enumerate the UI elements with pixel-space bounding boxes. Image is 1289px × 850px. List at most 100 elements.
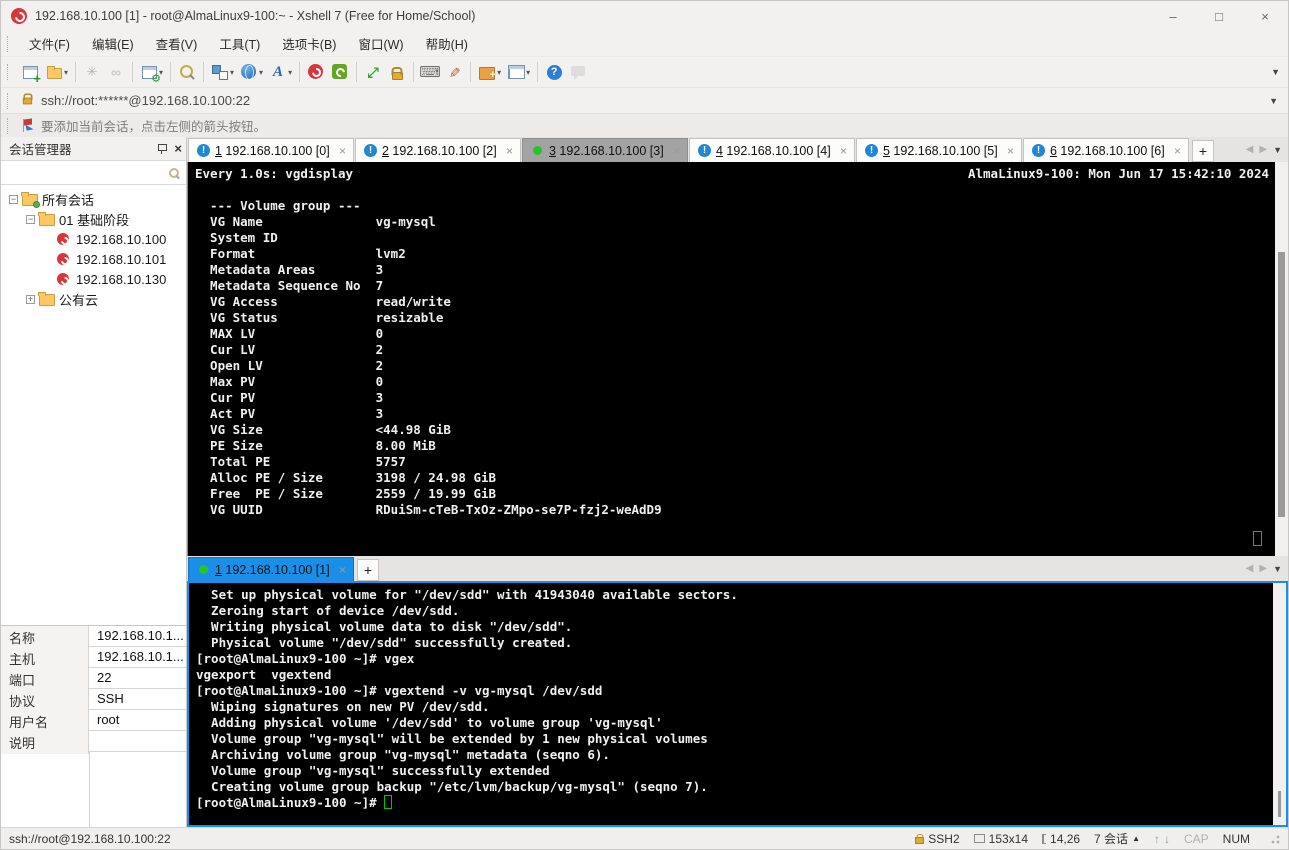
- tab-scroll-nav: ◀ ▶ ▼: [1246, 563, 1288, 574]
- close-tab-icon[interactable]: ×: [670, 144, 683, 158]
- terminal-tab[interactable]: ! 6 192.168.10.100 [6] ×: [1023, 138, 1189, 162]
- arrow-down-icon[interactable]: ↓: [1164, 832, 1170, 846]
- close-tab-icon[interactable]: ×: [1171, 144, 1184, 158]
- expand-icon[interactable]: +: [26, 294, 35, 304]
- transfer-layout-button[interactable]: ▾: [209, 60, 236, 84]
- chevron-up-icon[interactable]: ▲: [1132, 834, 1140, 843]
- tree-item[interactable]: − 所有会话: [1, 189, 186, 209]
- new-terminal-button[interactable]: ▾: [476, 60, 503, 84]
- tab-label: 5 192.168.10.100 [5]: [883, 143, 998, 158]
- encoding-globe-button[interactable]: ▾: [238, 60, 265, 84]
- session-properties-button[interactable]: ▾: [138, 60, 165, 86]
- scrollbar[interactable]: [1275, 162, 1288, 556]
- close-button[interactable]: ×: [1242, 1, 1288, 31]
- terminal-top[interactable]: Every 1.0s: vgdisplay AlmaLinux9-100: Mo…: [187, 162, 1288, 556]
- tree-item[interactable]: 192.168.10.100: [1, 229, 186, 249]
- session-search-input[interactable]: [7, 165, 168, 180]
- new-session-button[interactable]: [19, 60, 41, 84]
- maximize-button[interactable]: □: [1196, 1, 1242, 31]
- toolbar-grip[interactable]: [7, 35, 12, 52]
- close-tab-icon[interactable]: ×: [503, 144, 516, 158]
- toolbar-overflow-icon[interactable]: ▼: [1271, 67, 1282, 77]
- close-tab-icon[interactable]: ×: [837, 144, 850, 158]
- tab-scroll-left-icon[interactable]: ◀: [1246, 144, 1254, 155]
- scroll-buttons[interactable]: ↑ ↓: [1154, 832, 1170, 846]
- toolbar-grip[interactable]: [7, 92, 12, 109]
- help-icon: [545, 63, 563, 81]
- tab-label: 1 192.168.10.100 [1]: [215, 562, 330, 577]
- tree-item[interactable]: − 01 基础阶段: [1, 209, 186, 229]
- tree-item-label: 公有云: [59, 292, 99, 308]
- tree-item[interactable]: + 公有云: [1, 289, 186, 309]
- open-folder-button[interactable]: ▾: [43, 60, 70, 84]
- status-session-count[interactable]: 7 会话 ▲: [1094, 830, 1140, 847]
- reconnect-button[interactable]: [105, 60, 127, 84]
- dropdown-caret-icon[interactable]: ▾: [497, 68, 501, 77]
- new-tab-button[interactable]: +: [1192, 140, 1214, 162]
- terminal-line: Zeroing start of device /dev/sdd.: [196, 603, 460, 618]
- terminal-tab[interactable]: ! 5 192.168.10.100 [5] ×: [856, 138, 1022, 162]
- disconnect-button[interactable]: [81, 60, 103, 84]
- terminal-tab[interactable]: ! 2 192.168.10.100 [2] ×: [355, 138, 521, 162]
- tab-list-icon[interactable]: ▼: [1273, 145, 1282, 155]
- tab-scroll-right-icon[interactable]: ▶: [1259, 563, 1267, 574]
- feedback-button[interactable]: [567, 60, 589, 84]
- menu-item[interactable]: 帮助(H): [415, 31, 479, 56]
- menu-item[interactable]: 文件(F): [18, 31, 81, 56]
- tab-scroll-left-icon[interactable]: ◀: [1246, 563, 1254, 574]
- pin-icon[interactable]: [157, 143, 168, 155]
- menu-item[interactable]: 查看(V): [145, 31, 209, 56]
- terminal-bottom[interactable]: Set up physical volume for "/dev/sdd" wi…: [187, 581, 1288, 827]
- close-tab-icon[interactable]: ×: [1004, 144, 1017, 158]
- arrow-up-icon[interactable]: ↑: [1154, 832, 1160, 846]
- close-panel-icon[interactable]: ×: [174, 142, 182, 155]
- lock-screen-button[interactable]: [386, 60, 408, 84]
- tab-scroll-right-icon[interactable]: ▶: [1259, 144, 1267, 155]
- highlight-pen-button[interactable]: [443, 60, 465, 84]
- xftp-button[interactable]: [329, 60, 351, 84]
- toolbar-grip[interactable]: [7, 64, 12, 80]
- dropdown-caret-icon[interactable]: ▾: [259, 68, 263, 77]
- tab-list-icon[interactable]: ▼: [1273, 564, 1282, 574]
- virtual-keyboard-button[interactable]: [419, 60, 441, 84]
- scrollbar-thumb[interactable]: [1278, 252, 1285, 517]
- terminal-tab[interactable]: ! 1 192.168.10.100 [0] ×: [188, 138, 354, 162]
- collapse-icon[interactable]: −: [9, 194, 18, 204]
- help-button[interactable]: [543, 60, 565, 84]
- search-icon[interactable]: [168, 167, 180, 179]
- minimize-button[interactable]: –: [1150, 1, 1196, 31]
- property-value: root: [97, 712, 120, 727]
- close-tab-icon[interactable]: ×: [336, 563, 349, 577]
- terminal-tab[interactable]: ! 4 192.168.10.100 [4] ×: [689, 138, 855, 162]
- menu-item[interactable]: 窗口(W): [347, 31, 414, 56]
- resize-grip[interactable]: [1270, 833, 1280, 844]
- menu-item[interactable]: 工具(T): [208, 31, 271, 56]
- fullscreen-button[interactable]: [362, 60, 384, 84]
- terminal-line: PE Size 8.00 MiB: [195, 438, 436, 453]
- toolbar-grip[interactable]: [7, 117, 12, 134]
- terminal-tab[interactable]: 1 192.168.10.100 [1] ×: [188, 557, 354, 581]
- transfer-layout-icon: [211, 63, 229, 81]
- new-tab-button[interactable]: +: [357, 559, 379, 581]
- split-layout-button[interactable]: ▾: [505, 60, 532, 84]
- menu-item[interactable]: 编辑(E): [81, 31, 145, 56]
- dropdown-caret-icon[interactable]: ▾: [526, 68, 530, 77]
- chevron-down-icon[interactable]: ▼: [1269, 96, 1282, 106]
- dropdown-caret-icon[interactable]: ▾: [64, 68, 68, 77]
- xshell-button[interactable]: [305, 60, 327, 84]
- close-tab-icon[interactable]: ×: [336, 144, 349, 158]
- menu-item[interactable]: 选项卡(B): [271, 31, 347, 56]
- terminal-tab[interactable]: 3 192.168.10.100 [3] ×: [522, 138, 688, 162]
- font-button[interactable]: ▾: [267, 60, 294, 84]
- terminal-line: Total PE 5757: [195, 454, 406, 469]
- tree-item[interactable]: 192.168.10.130: [1, 269, 186, 289]
- scrollbar[interactable]: [1273, 583, 1286, 825]
- address-input[interactable]: ssh://root:******@192.168.10.100:22: [41, 93, 250, 108]
- dropdown-caret-icon[interactable]: ▾: [230, 68, 234, 77]
- dropdown-caret-icon[interactable]: ▾: [288, 68, 292, 77]
- scrollbar-thumb[interactable]: [1278, 791, 1281, 817]
- find-button[interactable]: [176, 60, 198, 84]
- collapse-icon[interactable]: −: [26, 214, 35, 224]
- tree-item[interactable]: 192.168.10.101: [1, 249, 186, 269]
- session-icon: [56, 252, 72, 266]
